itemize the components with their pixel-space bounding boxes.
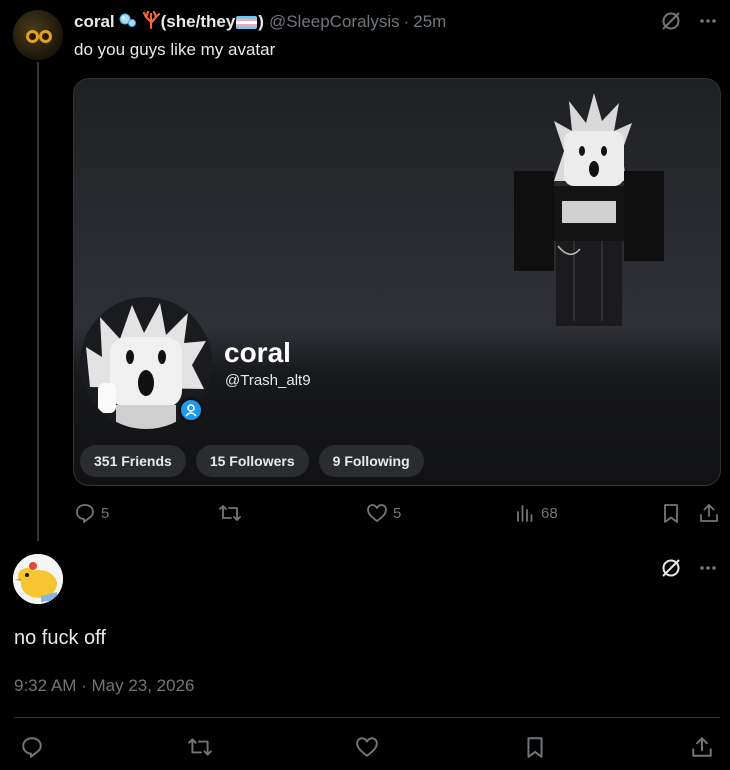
- reply-icon: [74, 502, 96, 524]
- tweet-main[interactable]: coral (she/they ) @SleepCoralysis · 25m …: [0, 0, 730, 547]
- author-pronouns: (she/they: [160, 12, 236, 31]
- repost-icon: [218, 502, 242, 524]
- like-icon: [366, 502, 388, 524]
- reply-count: 5: [101, 504, 110, 522]
- bookmark-button[interactable]: [660, 502, 682, 524]
- followers-pill: 15 Followers: [195, 445, 309, 477]
- repost-icon: [187, 735, 213, 759]
- profile-handle: @Trash_alt9: [225, 372, 311, 389]
- thread-line: [37, 62, 39, 547]
- reply-timestamp[interactable]: 9:32 AM · May 23, 2026: [14, 676, 195, 696]
- share-icon: [690, 735, 714, 759]
- reply-icon: [20, 735, 44, 759]
- bookmark-icon: [660, 502, 682, 524]
- like-icon: [355, 735, 379, 759]
- author-pronouns-close: ): [258, 12, 264, 31]
- views-button[interactable]: 68: [514, 502, 558, 524]
- following-pill: 9 Following: [318, 445, 424, 477]
- repost-button[interactable]: [187, 735, 213, 759]
- profile-stats: 351 Friends 15 Followers 9 Following: [80, 445, 424, 477]
- share-icon: [698, 502, 720, 524]
- tweet-text: do you guys like my avatar: [74, 40, 276, 59]
- divider: [14, 717, 720, 718]
- tweet-header: coral (she/they ) @SleepCoralysis · 25m: [74, 10, 446, 33]
- like-count: 5: [393, 504, 402, 522]
- trans-flag-icon: [236, 15, 258, 29]
- avatar-goggle-left: [26, 30, 39, 43]
- tweet-time[interactable]: 25m: [413, 12, 446, 32]
- more-icon[interactable]: [698, 558, 718, 578]
- reply-actions: [0, 735, 730, 761]
- reply-text: no fuck off: [14, 627, 106, 649]
- more-icon[interactable]: [698, 11, 718, 31]
- reply-top-actions: [660, 557, 718, 579]
- share-button[interactable]: [698, 502, 720, 524]
- friends-pill: 351 Friends: [80, 445, 186, 477]
- tweet-actions: 5 5 68: [74, 502, 724, 526]
- reply-button[interactable]: [20, 735, 44, 759]
- avatar-goggle-right: [39, 30, 52, 43]
- bookmark-button[interactable]: [523, 735, 547, 759]
- views-icon: [514, 502, 536, 524]
- reply-button[interactable]: 5: [74, 502, 109, 524]
- author-name[interactable]: coral: [74, 12, 115, 32]
- grok-icon[interactable]: [660, 10, 682, 32]
- like-button[interactable]: 5: [366, 502, 401, 524]
- header-separator: ·: [403, 12, 410, 31]
- verified-user-icon: [178, 397, 204, 423]
- reply-author-avatar[interactable]: [13, 554, 63, 604]
- repost-button[interactable]: [218, 502, 247, 524]
- roblox-avatar-figure: [514, 93, 664, 326]
- tweet-top-actions: [660, 10, 718, 32]
- grok-icon[interactable]: [660, 557, 682, 579]
- bookmark-icon: [523, 735, 547, 759]
- coral-emoji-icon: [141, 10, 161, 33]
- profile-name: coral: [224, 337, 291, 368]
- tweet-reply[interactable]: no fuck off 9:32 AM · May 23, 2026: [0, 541, 730, 770]
- views-count: 68: [541, 504, 558, 522]
- like-button[interactable]: [355, 735, 379, 759]
- bubbles-emoji-icon: [119, 12, 137, 32]
- author-handle[interactable]: @SleepCoralysis: [269, 12, 400, 32]
- author-avatar[interactable]: [13, 10, 63, 60]
- tweet-media-image[interactable]: coral @Trash_alt9 351 Friends 15 Followe…: [73, 78, 721, 486]
- share-button[interactable]: [690, 735, 714, 759]
